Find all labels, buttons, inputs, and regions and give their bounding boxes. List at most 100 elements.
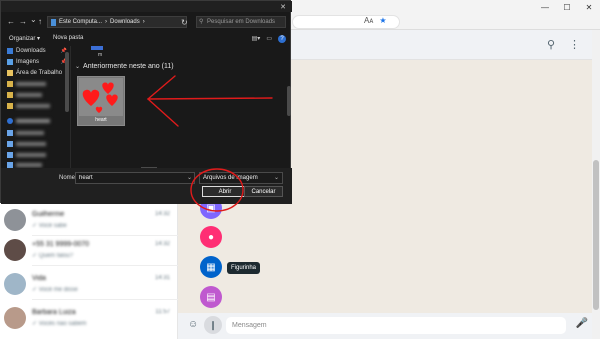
header-icons: ⚲ ⋮ [547,38,580,51]
folder-icon [7,92,13,98]
read-aloud-icon[interactable]: Aᴀ [364,16,373,25]
nav-item-pictures[interactable]: Imagens 📌 [7,57,67,67]
organize-menu[interactable]: Organizar ▾ [9,35,40,42]
pictures-icon [7,59,13,65]
dialog-bottom-bar: Nome: ⌄ Arquivos de imagem ⌄ Abrir Cance… [1,168,292,204]
heart-image-thumbnail [79,78,123,116]
document-icon: ▣ [206,202,216,214]
dialog-search-field[interactable]: Pesquisar em Downloads [196,16,286,28]
attach-camera-button[interactable]: ● [200,226,222,248]
folder-icon [7,152,13,158]
nav-item-label: Imagens [16,59,40,65]
breadcrumb-separator: › [142,19,145,25]
breadcrumb-part[interactable]: Downloads [110,19,140,25]
chat-time: 14:32 [154,241,170,247]
breadcrumb[interactable]: Este Computa... › Downloads › [47,16,187,28]
window-controls: — ☐ ✕ [534,0,600,14]
file-type-value: Arquivos de imagem [203,175,258,181]
attach-tooltip: Figurinha [227,262,261,274]
chat-time: 11:57 [155,309,170,315]
recent-locations-chevron-icon[interactable]: ⌄ [30,15,37,24]
dialog-close-button[interactable]: ✕ [274,1,292,12]
close-window-button[interactable]: ✕ [578,0,600,14]
file-open-dialog: ✕ ← → ⌄ ↑ Este Computa... › Downloads › … [0,0,292,204]
chat-preview: ✓ Você me disse [32,287,78,293]
file-type-select[interactable]: Arquivos de imagem ⌄ [199,172,283,184]
nav-item-folder[interactable] [7,101,67,111]
folder-icon [7,103,13,109]
nav-pane-scrollbar[interactable] [65,52,69,112]
file-item-label: heart [95,117,107,123]
scrollbar-thumb[interactable] [593,160,599,310]
compose-bar: ☺ ❙ 🎤 [178,313,592,339]
nav-item-onedrive[interactable] [7,116,67,126]
dialog-titlebar: ✕ [1,1,292,12]
dialog-navigation-bar: ← → ⌄ ↑ Este Computa... › Downloads › ↻ … [1,13,292,31]
maximize-button[interactable]: ☐ [556,0,578,14]
message-input[interactable] [226,317,566,334]
microphone-icon[interactable]: 🎤 [576,318,588,329]
attach-photos-button[interactable]: ▤ [200,286,222,308]
dialog-toolbar: Organizar ▾ Nova pasta ▤▾ ▭ ? [1,32,292,46]
cancel-button[interactable]: Cancelar [244,186,283,197]
sticker-icon: ▦ [206,261,216,273]
breadcrumb-separator: › [105,19,108,25]
nav-item-label [16,163,42,167]
breadcrumb-part[interactable]: Este Computa... [59,19,102,25]
file-name-input[interactable] [75,172,195,184]
nav-item-label [16,104,50,108]
forward-arrow-icon[interactable]: → [19,17,27,26]
navigation-pane: Downloads 📌 Imagens 📌 Área de Trabalho [1,46,71,168]
avatar [4,273,26,295]
view-controls: ▤▾ ▭ ? [252,35,286,43]
nav-item-folder[interactable] [7,90,67,100]
chat-list-item[interactable]: Vida ✓ Você me disse 14:31 [0,270,178,300]
cloud-icon [7,118,13,124]
nav-item-downloads[interactable]: Downloads 📌 [7,46,67,56]
group-header-label: Anteriormente neste ano (11) [83,63,174,70]
chat-name: Guilherme [32,211,65,218]
folder-icon [7,81,13,87]
view-options-icon[interactable]: ▤▾ [252,35,261,43]
nav-item-folder[interactable] [7,139,67,149]
attach-sticker-button[interactable]: ▦ [200,256,222,278]
minimize-button[interactable]: — [534,0,556,14]
partial-file-name: m [98,52,103,58]
nav-item-folder[interactable] [7,160,67,168]
chat-preview: ✓ Quem falou? [32,253,74,259]
open-button[interactable]: Abrir [202,186,248,197]
nav-item-folder[interactable] [7,79,67,89]
chat-list-item[interactable]: Barbara Luiza ✓ Vocês não sabem 11:57 [0,304,178,334]
chevron-down-icon[interactable]: ⌄ [187,174,192,181]
attach-clip-icon[interactable]: ❙ [204,316,222,334]
emoji-icon[interactable]: ☺ [188,319,198,330]
image-icon: ▤ [206,291,216,303]
search-icon[interactable]: ⚲ [547,38,555,51]
downloads-folder-icon [51,18,56,26]
refresh-icon[interactable]: ↻ [181,18,188,27]
download-icon [7,48,13,54]
chat-list-item[interactable]: Guilherme ✓ Você sabe 14:32 [0,206,178,236]
partial-file-thumbnail [91,46,103,50]
nav-item-folder[interactable] [7,128,67,138]
nav-item-label [16,93,42,97]
menu-icon[interactable]: ⋮ [569,38,580,51]
file-list-scrollbar[interactable] [287,86,291,116]
scrollbar[interactable] [592,30,600,339]
preview-pane-icon[interactable]: ▭ [266,35,272,43]
file-group-header[interactable]: ⌄ Anteriormente neste ano (11) [75,63,174,70]
nav-item-folder[interactable] [7,150,67,160]
favorite-star-icon[interactable]: ★ [379,16,386,25]
chat-preview: ✓ Você sabe [32,223,67,229]
help-icon[interactable]: ? [278,35,286,43]
nav-item-desktop[interactable]: Área de Trabalho [7,68,67,78]
nav-item-label [16,153,46,157]
chevron-down-icon: ⌄ [75,64,81,70]
file-item-heart[interactable]: heart [77,76,125,126]
chat-time: 14:31 [154,275,170,281]
up-arrow-icon[interactable]: ↑ [38,17,42,26]
back-arrow-icon[interactable]: ← [7,17,15,26]
new-folder-button[interactable]: Nova pasta [53,35,83,41]
chat-list-item[interactable]: +55 31 9999-0070 ✓ Quem falou? 14:32 [0,236,178,266]
chevron-down-icon: ⌄ [273,175,279,181]
